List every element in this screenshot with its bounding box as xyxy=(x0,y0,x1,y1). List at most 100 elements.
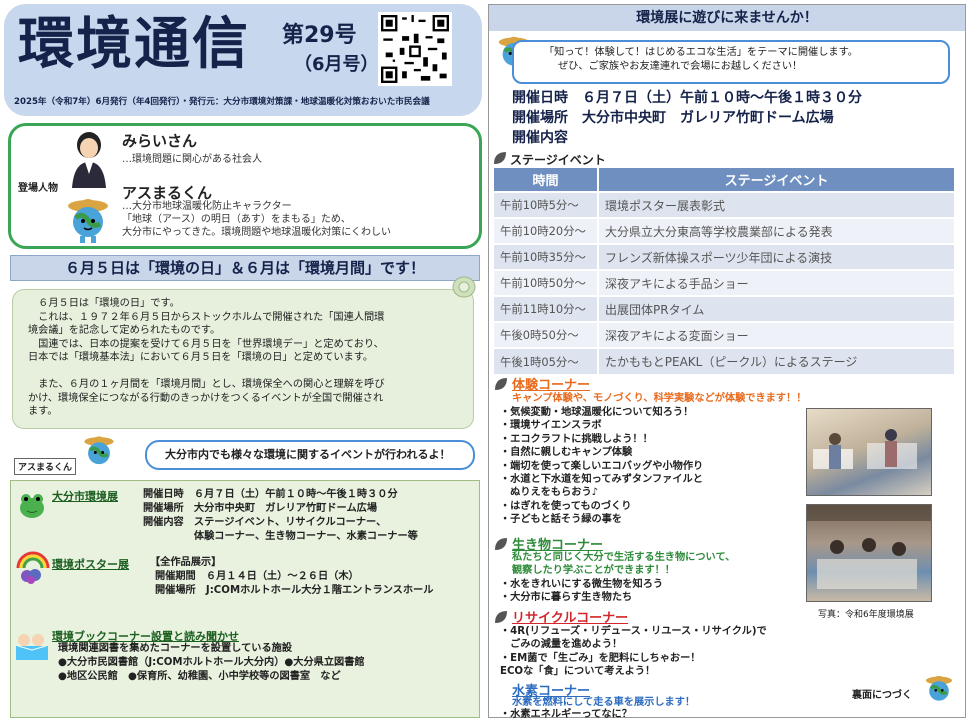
list-item: ・EM菌で「生ごみ」を肥料にしちゃおー！ xyxy=(500,652,701,664)
scroll-curl-icon xyxy=(452,276,476,298)
list-item: ・水をきれいにする微生物を知ろう xyxy=(500,579,664,590)
paragraph-line xyxy=(28,365,385,378)
event-cell: 深夜アキによる手品ショー xyxy=(598,269,954,296)
event-cell: フレンズ新体操スポーツ少年団による演技 xyxy=(598,243,954,270)
asumaru-mascot-icon xyxy=(925,675,953,701)
paragraph-line: また、６月の１ヶ月間を「環境月間」とし、環境保全への関心と理解を呼び xyxy=(28,378,385,390)
frog-icon xyxy=(18,490,46,520)
stage-events-table: 時間 ステージイベント 午前10時5分～ 環境ポスター展表彰式 午前10時20分～… xyxy=(494,168,954,374)
environment-day-banner: ６月５日は「環境の日」＆６月は「環境月間」です！ xyxy=(10,255,480,281)
leaf-icon xyxy=(494,377,508,391)
photo-caption: 写真：令和6年度環境展 xyxy=(818,610,914,620)
list-item: ・子どもと話そう緑の事を xyxy=(500,514,623,526)
leaf-icon xyxy=(494,537,508,551)
callout-line: 「知って！体験して！はじめるエコな生活」をテーマに開催します。 xyxy=(544,47,858,58)
characters-label: 登場人物 xyxy=(18,183,58,194)
list-item: ・エコクラフトに挑戦しよう！！ xyxy=(500,433,653,445)
book-line: ●地区公民館 ●保育所、幼稚園、小中学校等の図書室 など xyxy=(58,671,341,682)
list-item: ・自然に親しむキャンプ体験 xyxy=(500,447,633,459)
expo-details: 開催日時 ６月７日（土）午前１０時～午後１時３０分 開催場所 大分市中央町 ガレ… xyxy=(143,488,418,544)
expo-line: 体験コーナー、生き物コーナー、水素コーナー等 xyxy=(143,531,418,542)
table-row: 午前10時35分～ フレンズ新体操スポーツ少年団による演技 xyxy=(494,243,954,270)
expo-photo-2 xyxy=(806,504,932,602)
paragraph-line: ６月５日は「環境の日」です。 xyxy=(28,298,180,309)
poster-title: 環境ポスター展 xyxy=(52,558,129,571)
list-item: ・大分市に暮らす生き物たち xyxy=(500,592,633,604)
time-cell: 午後1時05分～ xyxy=(494,347,599,374)
book-reading-icon xyxy=(14,628,50,664)
event-cell: たかももとPEAKL（ピークル）によるステージ xyxy=(598,347,954,374)
asumaru-desc-line: 「地球（アース）の明日（あす）をまもる」ため、 xyxy=(122,214,351,225)
list-item: ・水道と下水道を知ってみずタンファイルと xyxy=(500,474,703,486)
mirai-name: みらいさん xyxy=(122,132,198,150)
taiken-corner-title: 体験コーナー xyxy=(512,378,591,393)
publication-info: 2025年（令和7年）6月発行（年4回発行）・発行元：大分市環境対策課・地球温暖… xyxy=(14,97,430,107)
expo-photo-1 xyxy=(806,408,932,496)
speech-bubble: 大分市内でも様々な環境に関するイベントが行われるよ！ xyxy=(145,440,475,470)
asumaru-avatar xyxy=(62,194,114,244)
list-item: ECOな「食」について考えよう！ xyxy=(500,666,656,678)
info-line: 開催日時 ６月７日（土）午前１０時～午後１時３０分 xyxy=(512,90,862,106)
asumaru-small xyxy=(80,432,118,470)
time-cell: 午前10時50分～ xyxy=(494,269,599,296)
book-details: 環境関連図書を集めたコーナーを設置している施設 ●大分市民図書館（J:COMホル… xyxy=(58,642,365,684)
person-icon xyxy=(72,132,106,188)
mirai-avatar xyxy=(68,130,110,188)
asumaru-desc-line: 大分市にやってきた。環境問題や地球温暖化対策にくわしい xyxy=(122,227,391,238)
issue-number: 第29号 xyxy=(282,23,357,48)
event-cell: 深夜アキによる変面ショー xyxy=(598,321,954,348)
event-cell: 出展団体PRタイム xyxy=(598,295,954,322)
expo-invitation-banner: 環境展に遊びに来ませんか！ xyxy=(489,5,965,31)
list-item: ・4R(リフューズ・リデュース・リユース・リサイクル)で xyxy=(500,626,767,637)
table-row: 午前10時20分～ 大分県立大分東高等学校農業部による発表 xyxy=(494,217,954,244)
table-row: 午前11時10分～ 出展団体PRタイム xyxy=(494,295,954,322)
table-row: 午前10時50分～ 深夜アキによる手品ショー xyxy=(494,269,954,296)
continued-on-back: 裏面につづく xyxy=(852,690,912,701)
table-row: 午前10時5分～ 環境ポスター展表彰式 xyxy=(494,191,954,218)
poster-line: 開催場所 J:COMホルトホール大分１階エントランスホール xyxy=(155,585,434,596)
expo-line: 開催場所 大分市中央町 ガレリア竹町ドーム広場 xyxy=(143,503,378,514)
qr-code[interactable] xyxy=(378,12,452,86)
expo-title: 大分市環境展 xyxy=(52,490,118,503)
mirai-description: …環境問題に関心がある社会人 xyxy=(122,154,262,165)
taiken-list: ・気候変動・地球温暖化について知ろう！ ・環境サイエンスラボ ・エコクラフトに挑… xyxy=(500,406,703,527)
qr-code-icon xyxy=(381,15,449,83)
poster-details: 開催期間 ６月１４日（土）～２６日（木） 開催場所 J:COMホルトホール大分１… xyxy=(155,570,433,598)
expo-line: 開催日時 ６月７日（土）午前１０時～午後１時３０分 xyxy=(143,489,398,500)
expo-line: 開催内容 ステージイベント、リサイクルコーナー、 xyxy=(143,517,387,528)
leaf-icon xyxy=(494,610,508,624)
asumaru-description: …大分市地球温暖化防止キャラクター 「地球（アース）の明日（あす）をまもる」ため… xyxy=(122,200,391,239)
ikimono-list: ・水をきれいにする微生物を知ろう ・大分市に暮らす生き物たち xyxy=(500,578,663,605)
time-cell: 午前10時35分～ xyxy=(494,243,599,270)
info-line: 開催内容 xyxy=(512,130,568,146)
ikimono-sub-line: 観察したり学ぶことができます！！ xyxy=(512,565,675,576)
time-cell: 午前11時10分～ xyxy=(494,295,599,322)
list-item: ごみの減量を進めよう！ xyxy=(500,639,623,651)
paragraph-line: ます。 xyxy=(28,406,58,418)
stage-events-label: ステージイベント xyxy=(510,153,606,167)
paragraph-line: 日本では「環境基本法」において６月５日を「環境の日」と定めています。 xyxy=(28,352,374,364)
asumaru-tag: アスまるくん xyxy=(14,458,77,475)
asumaru-mascot-icon xyxy=(84,436,114,465)
column-header: ステージイベント xyxy=(598,168,954,192)
recycle-corner-title: リサイクルコーナー xyxy=(512,611,629,626)
paragraph-line: これは、１９７２年６月５日からストックホルムで開催された「国連人間環 xyxy=(28,311,385,323)
event-cell: 大分県立大分東高等学校農業部による発表 xyxy=(598,217,954,244)
event-cell: 環境ポスター展表彰式 xyxy=(598,191,954,218)
leaf-icon xyxy=(493,151,507,165)
poster-head: 【全作品展示】 xyxy=(150,557,222,568)
list-item: ぬりえをもらおう♪ xyxy=(500,487,599,499)
expo-info: 開催日時 ６月７日（土）午前１０時～午後１時３０分 開催場所 大分市中央町 ガレ… xyxy=(512,88,862,148)
environment-day-text: ６月５日は「環境の日」です。 これは、１９７２年６月５日からストックホルムで開催… xyxy=(28,297,385,419)
asumaru-footer xyxy=(922,672,956,706)
list-item: ・はぎれを使ってものづくり xyxy=(500,500,632,512)
time-cell: 午後0時50分～ xyxy=(494,321,599,348)
book-line: ●大分市民図書館（J:COMホルトホール大分内）●大分県立図書館 xyxy=(58,657,365,668)
ikimono-sub-line: 私たちと同じく大分で生活する生き物について、 xyxy=(512,552,736,563)
newsletter-title: 環境通信 xyxy=(18,12,250,77)
time-cell: 午前10時20分～ xyxy=(494,217,599,244)
paragraph-line: かけ、環境保全につながる行動のきっかけをつくるイベントが全国で開催され xyxy=(28,392,384,404)
rainbow-hydrangea-icon xyxy=(16,548,50,584)
list-item: ・端切を使って楽しいエコバッグや小物作り xyxy=(500,460,704,472)
list-item: ・環境サイエンスラボ xyxy=(500,420,602,432)
